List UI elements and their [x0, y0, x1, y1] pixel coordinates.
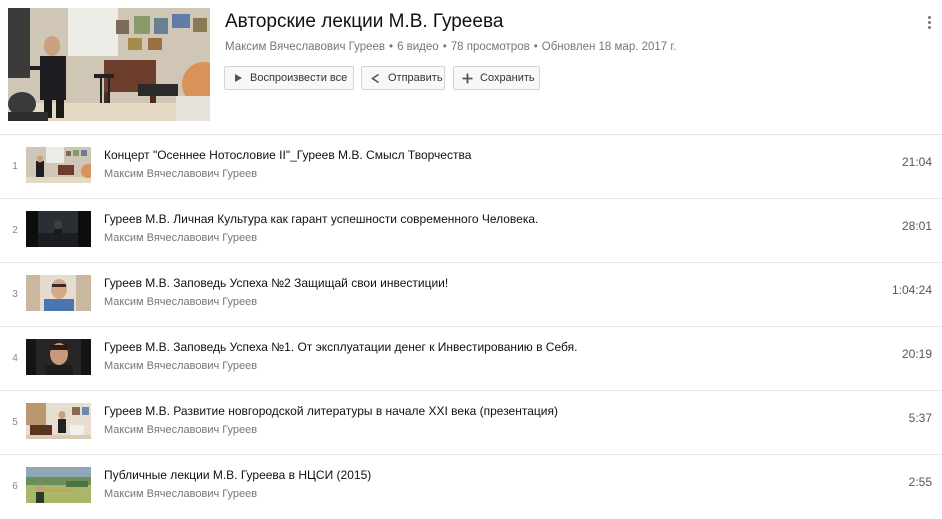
share-icon: [370, 71, 381, 85]
video-duration: 21:04: [901, 155, 932, 169]
video-thumbnail[interactable]: [26, 339, 91, 375]
video-index: 6: [12, 481, 18, 492]
video-duration: 20:19: [901, 347, 932, 361]
video-thumbnail-image: [26, 467, 91, 503]
video-channel[interactable]: Максим Вячеславович Гуреев: [104, 488, 257, 500]
video-thumbnail-image: [26, 339, 91, 375]
view-count: 78 просмотров: [450, 41, 530, 53]
video-title[interactable]: Гуреев М.В. Личная Культура как гарант у…: [104, 212, 538, 226]
video-channel[interactable]: Максим Вячеславович Гуреев: [104, 232, 257, 244]
video-thumbnail-image: [26, 147, 91, 183]
kebab-menu-icon[interactable]: [923, 13, 937, 33]
video-title[interactable]: Гуреев М.В. Развитие новгородской литера…: [104, 404, 558, 418]
plus-icon: [462, 71, 473, 85]
play-all-label: Воспроизвести все: [250, 72, 348, 84]
video-index: 5: [12, 417, 18, 428]
play-icon: [233, 71, 243, 85]
video-thumbnail-image: [26, 403, 91, 439]
video-row[interactable]: 6 Публичные лекции М.В. Гуреева в НЦСИ (…: [0, 455, 942, 519]
video-title[interactable]: Гуреев М.В. Заповедь Успеха №2 Защищай с…: [104, 276, 448, 290]
video-thumbnail-image: [26, 211, 91, 247]
video-index: 4: [12, 353, 18, 364]
video-duration: 1:04:24: [891, 283, 932, 297]
meta-separator: •: [442, 41, 447, 53]
video-duration: 2:55: [908, 475, 932, 489]
share-button[interactable]: Отправить: [361, 66, 445, 90]
video-row[interactable]: 4 Гуреев М.В. Заповедь Успеха №1. От экс…: [0, 327, 942, 391]
save-label: Сохранить: [480, 72, 535, 84]
play-all-button[interactable]: Воспроизвести все: [224, 66, 354, 90]
share-label: Отправить: [388, 72, 443, 84]
video-index: 2: [12, 225, 18, 236]
video-thumbnail[interactable]: [26, 275, 91, 311]
video-index: 1: [12, 161, 18, 172]
save-button[interactable]: Сохранить: [453, 66, 540, 90]
video-channel[interactable]: Максим Вячеславович Гуреев: [104, 296, 257, 308]
video-row[interactable]: 3 Гуреев М.В. Заповедь Успеха №2 Защищай…: [0, 263, 942, 327]
video-thumbnail[interactable]: [26, 211, 91, 247]
video-row[interactable]: 5 Гуреев М.В. Развитие новгородской лите…: [0, 391, 942, 455]
updated-date: Обновлен 18 мар. 2017 г.: [541, 41, 677, 53]
meta-separator: •: [533, 41, 538, 53]
playlist-thumbnail-image: [8, 8, 210, 121]
video-title[interactable]: Концерт "Осеннее Нотословие II"_Гуреев М…: [104, 148, 471, 162]
video-channel[interactable]: Максим Вячеславович Гуреев: [104, 360, 257, 372]
video-thumbnail-image: [26, 275, 91, 311]
video-channel[interactable]: Максим Вячеславович Гуреев: [104, 424, 257, 436]
video-thumbnail[interactable]: [26, 403, 91, 439]
playlist-thumbnail[interactable]: [8, 8, 210, 121]
video-channel[interactable]: Максим Вячеславович Гуреев: [104, 168, 257, 180]
video-thumbnail[interactable]: [26, 147, 91, 183]
video-row[interactable]: 1 Концерт "Осеннее Нотословие II"_Гуреев…: [0, 135, 942, 199]
playlist-meta: Максим Вячеславович Гуреев • 6 видео • 78 пр…: [225, 41, 676, 53]
video-thumbnail[interactable]: [26, 467, 91, 503]
video-title[interactable]: Публичные лекции М.В. Гуреева в НЦСИ (20…: [104, 468, 371, 482]
video-duration: 5:37: [908, 411, 932, 425]
video-index: 3: [12, 289, 18, 300]
meta-separator: •: [389, 41, 394, 53]
video-count: 6 видео: [397, 41, 439, 53]
video-title[interactable]: Гуреев М.В. Заповедь Успеха №1. От экспл…: [104, 340, 577, 354]
playlist-title[interactable]: Авторские лекции М.В. Гуреева: [225, 11, 503, 33]
playlist-owner[interactable]: Максим Вячеславович Гуреев: [225, 41, 385, 53]
video-duration: 28:01: [901, 219, 932, 233]
playlist-header: Авторские лекции М.В. Гуреева Максим Вяч…: [0, 0, 942, 134]
video-row[interactable]: 2 Гуреев М.В. Личная Культура как гарант…: [0, 199, 942, 263]
